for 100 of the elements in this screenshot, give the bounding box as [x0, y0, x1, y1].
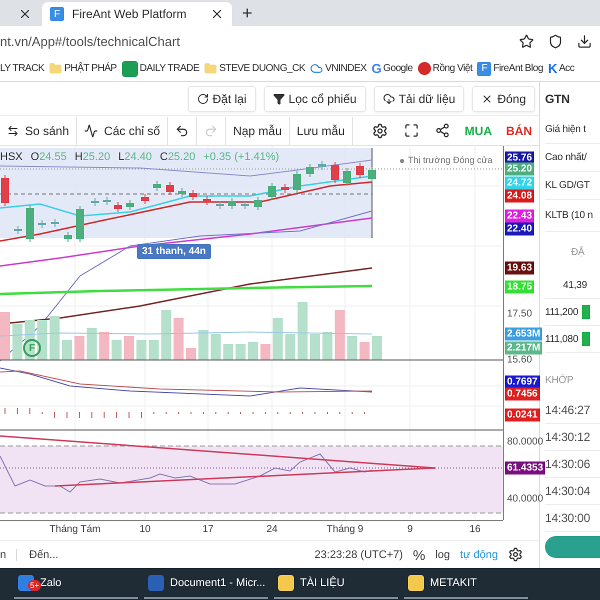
- candle: [38, 220, 46, 228]
- volume-bar: [347, 336, 358, 360]
- volume-bar: [310, 334, 320, 360]
- section-header: KHỚP: [545, 374, 574, 386]
- trade-time: 14:46:27: [545, 403, 590, 417]
- info-label: KL GD/GT: [545, 180, 590, 191]
- volume-bar: [298, 302, 308, 360]
- sell-button[interactable]: BÁN: [499, 124, 539, 138]
- market-status: Thị trường Đóng cửa: [400, 155, 492, 165]
- time-label: Tháng Tám: [50, 524, 100, 535]
- price-change: +0.35 (+1.41%): [203, 151, 280, 163]
- column-header: ĐẶ: [571, 246, 584, 258]
- bookmark-link[interactable]: Acc: [558, 63, 574, 74]
- trade-time: 14:30:04: [545, 484, 590, 498]
- download-icon[interactable]: [577, 34, 592, 48]
- logo-icon: [418, 62, 431, 75]
- range-start-button[interactable]: n: [0, 548, 6, 560]
- action-button[interactable]: [545, 536, 600, 558]
- volume-bar: [50, 316, 60, 360]
- price-tag: 22.40: [505, 222, 534, 236]
- star-icon[interactable]: [519, 34, 534, 48]
- bookmark-link[interactable]: DAILY TRADE: [140, 63, 200, 74]
- volume-bar: [582, 305, 590, 319]
- percent-button[interactable]: %: [412, 546, 426, 562]
- spreadsheet-icon: [122, 60, 138, 76]
- cloud-download-icon: [382, 92, 395, 104]
- browser-tab[interactable]: F FireAnt Web Platform: [42, 2, 232, 26]
- taskbar-item[interactable]: METAKIT: [404, 569, 528, 599]
- volume-bar: [74, 336, 84, 360]
- reset-icon: [196, 92, 208, 104]
- price-tag: 25.20: [505, 162, 534, 176]
- candle: [254, 196, 262, 210]
- candle: [228, 198, 236, 210]
- toolbar-button[interactable]: Lọc cổ phiếu: [264, 86, 366, 112]
- candle: [51, 218, 59, 228]
- volume-bar: [272, 318, 283, 360]
- bookmark-link[interactable]: Google: [383, 63, 413, 74]
- time-label: 24: [266, 524, 278, 535]
- indicators-button[interactable]: Các chỉ số: [77, 116, 168, 144]
- notification-badge: 5+: [28, 580, 42, 591]
- candle: [153, 180, 161, 192]
- new-tab-button[interactable]: +: [234, 3, 261, 26]
- range-end-button[interactable]: Đến...: [16, 548, 58, 560]
- price-tag: 2.217M: [505, 342, 542, 354]
- candle: [189, 190, 197, 200]
- bar-count-tooltip: 31 thanh, 44n: [137, 244, 211, 259]
- candle: [26, 204, 34, 242]
- toolbar-button[interactable]: Đóng: [472, 86, 535, 112]
- folder-icon: [204, 62, 218, 75]
- volume-bar: [86, 328, 97, 360]
- folder-icon: [49, 62, 62, 75]
- price-tag: 0.0241: [505, 408, 540, 422]
- candle: [1, 174, 9, 206]
- price-tag: 2.653M: [505, 328, 542, 340]
- candle: [268, 182, 276, 200]
- bookmark-link[interactable]: PHẬT PHÁP: [64, 63, 117, 74]
- volume-bar: [582, 332, 590, 346]
- volume-bar: [112, 340, 122, 360]
- axis-label: 15.60: [506, 354, 534, 366]
- volume-bar: [260, 344, 270, 360]
- bookmark-link[interactable]: Rồng Việt: [432, 63, 472, 74]
- volume-bar: [322, 332, 332, 360]
- volume-bar: [99, 332, 110, 360]
- candle: [293, 170, 301, 194]
- close-icon[interactable]: [18, 7, 32, 21]
- bookmark-link[interactable]: VNINDEX: [325, 63, 366, 74]
- candle: [126, 200, 134, 210]
- toolbar-button[interactable]: Tải dữ liệu: [374, 86, 464, 112]
- bookmark-link[interactable]: LY TRACK: [0, 63, 44, 74]
- volume-bar: [223, 344, 234, 360]
- bookmark-link[interactable]: STEVE DUONG_CK: [219, 63, 306, 74]
- save-template-button[interactable]: Lưu mẫu: [290, 116, 353, 144]
- volume-bar: [62, 340, 72, 360]
- shield-icon[interactable]: [548, 34, 563, 48]
- candle: [331, 162, 339, 184]
- clock: 23:23:28 (UTC+7): [314, 548, 403, 560]
- price-value: 111,200: [545, 306, 578, 318]
- volume-bar: [174, 318, 184, 360]
- address-field[interactable]: nt.vn/App#/tools/technicalChart: [0, 34, 505, 48]
- candle: [14, 226, 22, 234]
- settings-icon[interactable]: [508, 547, 523, 562]
- time-label: 16: [469, 524, 481, 535]
- app-icon: [148, 575, 164, 591]
- close-icon[interactable]: [210, 7, 224, 21]
- candle: [141, 194, 149, 204]
- candle: [166, 182, 174, 196]
- undo-icon: [175, 124, 190, 138]
- bookmark-link[interactable]: FireAnt Blog: [493, 63, 543, 74]
- price-tag: 0.7456: [505, 388, 540, 400]
- logo-icon: K: [548, 61, 557, 76]
- candle: [103, 196, 111, 206]
- load-template-button[interactable]: Nạp mẫu: [226, 116, 290, 144]
- taskbar-item[interactable]: TÀI LIỆU: [274, 569, 398, 599]
- compare-button[interactable]: So sánh: [0, 116, 78, 144]
- candle: [343, 168, 351, 186]
- logo-icon: F: [50, 7, 64, 21]
- taskbar-item[interactable]: Document1 - Micr...: [144, 569, 268, 599]
- candle: [318, 160, 326, 170]
- log-button[interactable]: log: [435, 548, 450, 560]
- toolbar-button[interactable]: Đặt lại: [188, 86, 256, 112]
